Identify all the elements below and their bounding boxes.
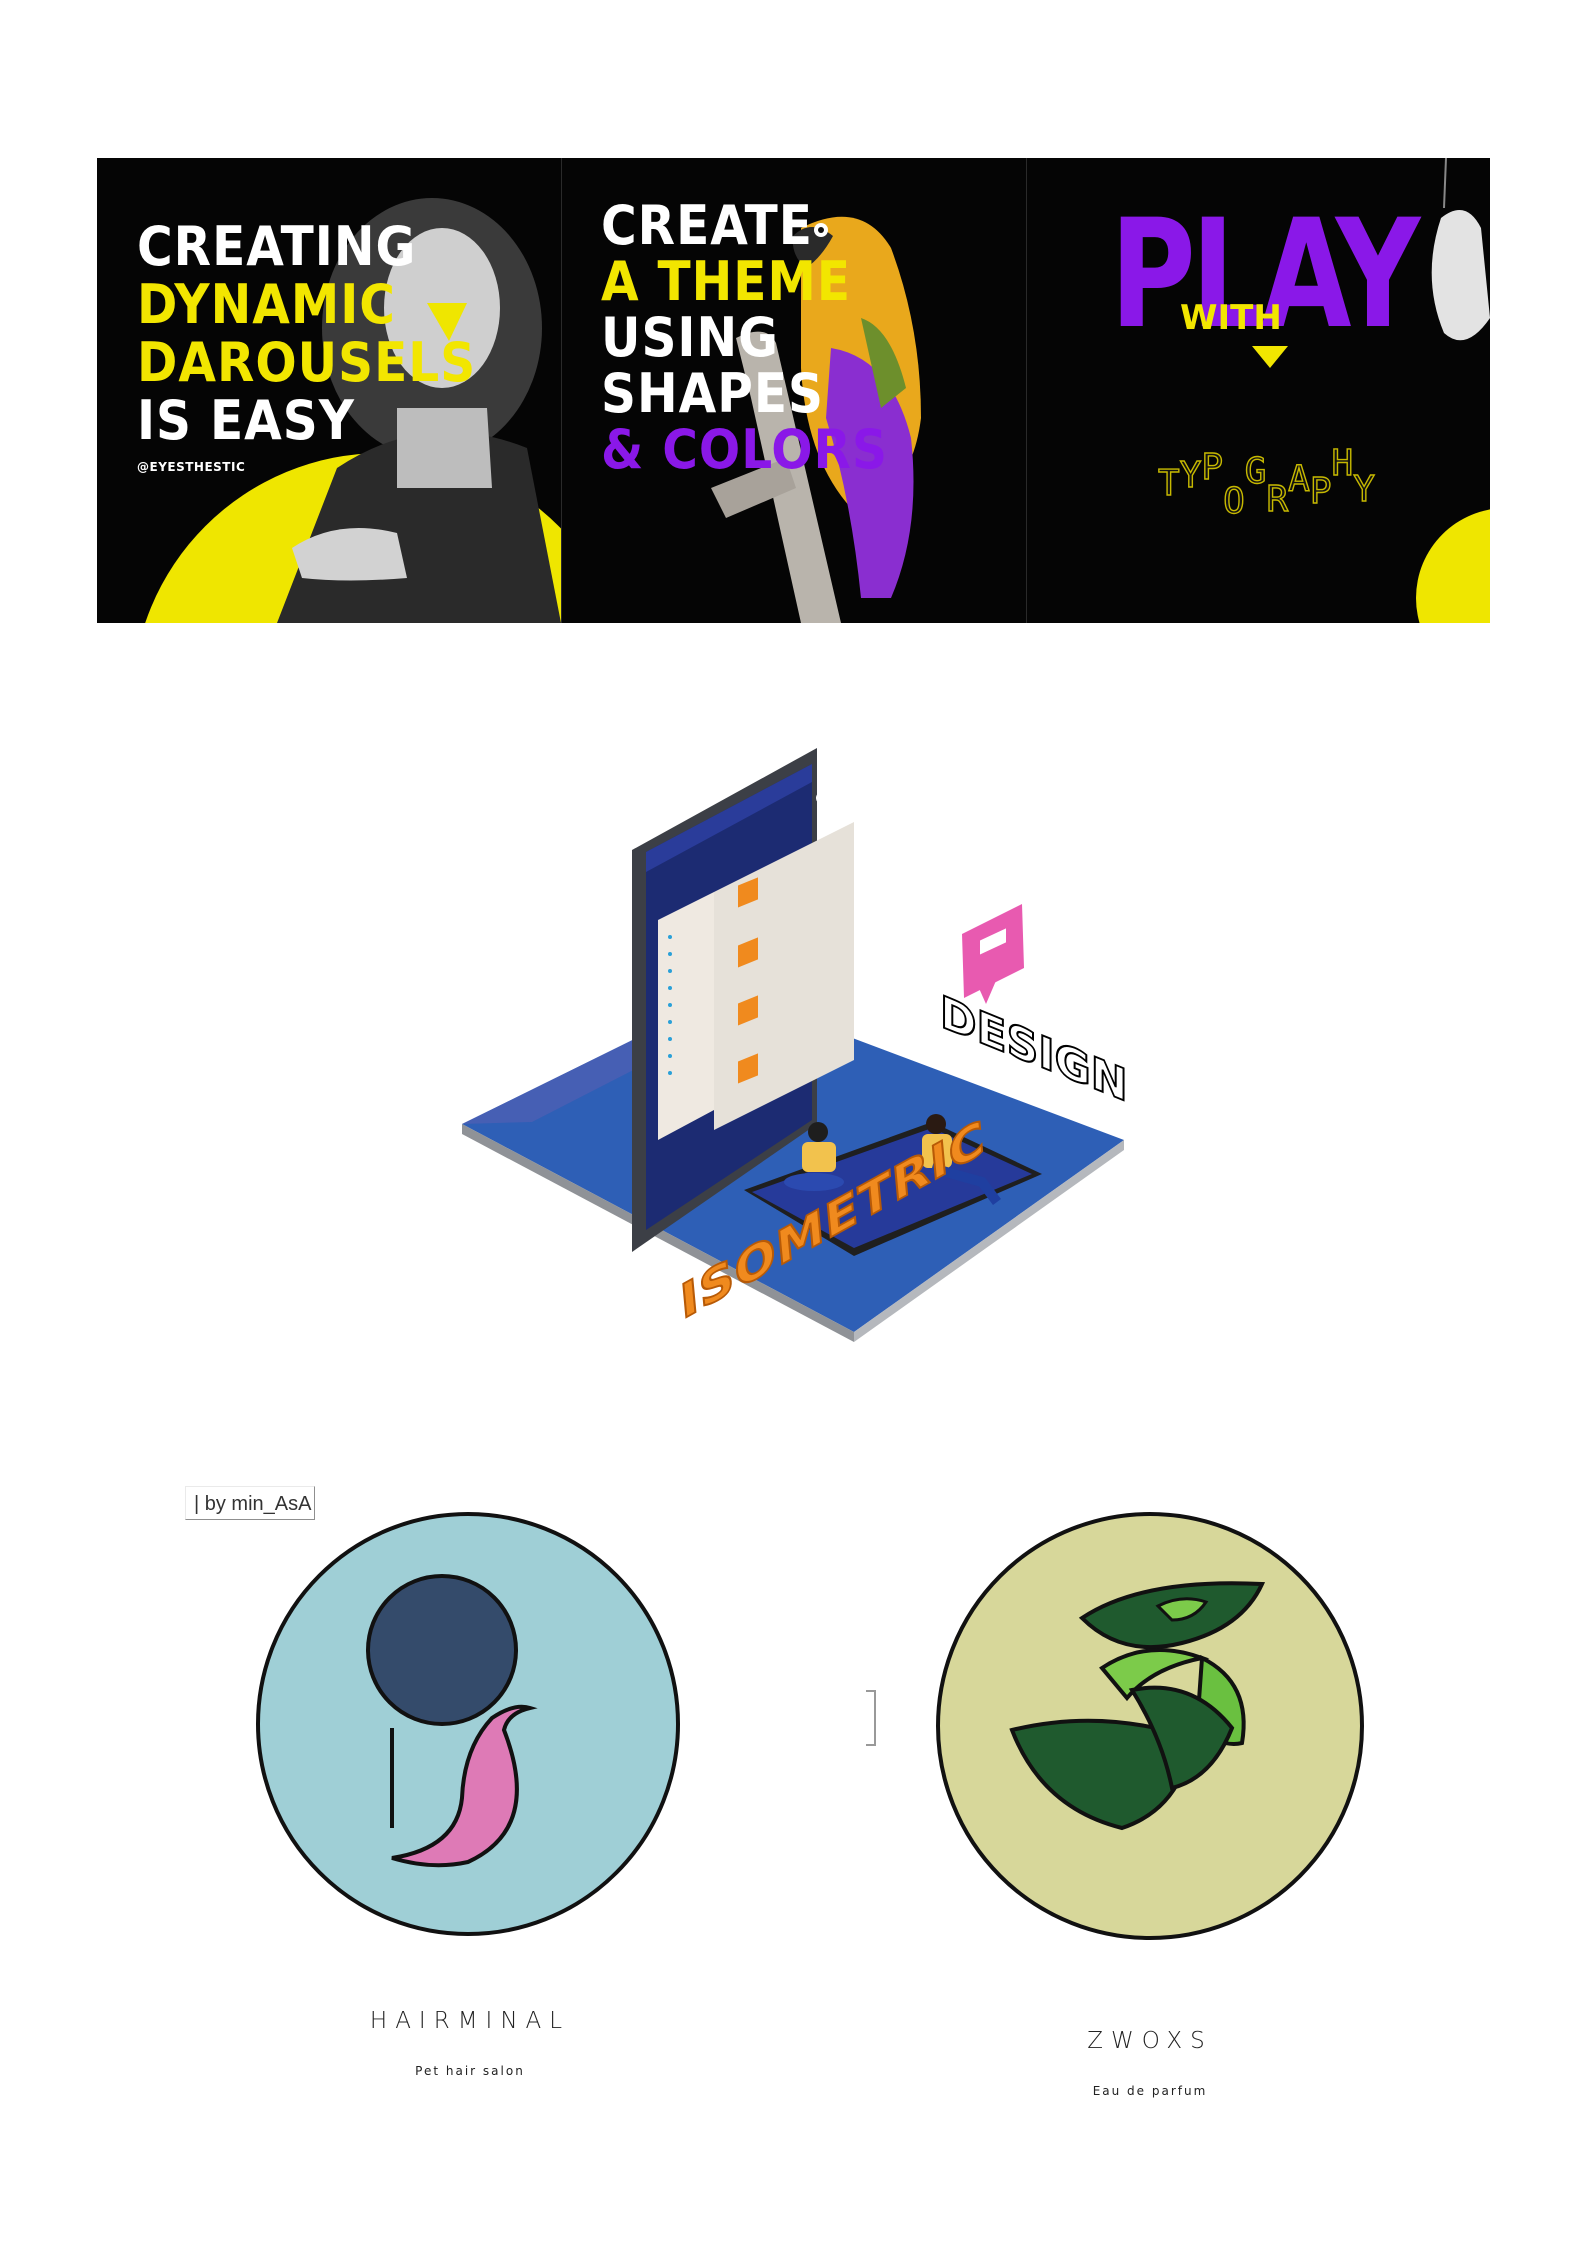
banner-panel-theme: CREATE A THEME USING SHAPES & COLORS bbox=[561, 158, 1026, 623]
headline-line: A THEME bbox=[601, 250, 852, 313]
hairminal-logo bbox=[256, 1512, 680, 1936]
carousel-banner: CREATING DYNAMIC DAROUSELS IS EASY @EYES… bbox=[97, 158, 1490, 623]
brand-tagline: Pet hair salon bbox=[415, 2064, 525, 2078]
banner-panel-creating: CREATING DYNAMIC DAROUSELS IS EASY @EYES… bbox=[97, 158, 561, 623]
headline-line: IS EASY bbox=[137, 389, 355, 452]
typography-letter: A bbox=[1287, 458, 1310, 500]
banner-panel-play: PLAY WITH TYPOGRAPHY bbox=[1026, 158, 1490, 623]
typography-letter: P bbox=[1309, 470, 1332, 512]
typography-word: TYPOGRAPHY bbox=[1157, 442, 1375, 522]
typography-letter: R bbox=[1266, 478, 1289, 520]
typography-letter: Y bbox=[1352, 468, 1375, 510]
typography-letter: H bbox=[1331, 442, 1354, 484]
typography-letter: O bbox=[1222, 480, 1245, 522]
typography-letter: P bbox=[1201, 446, 1224, 488]
headline-line: SHAPES bbox=[601, 362, 825, 425]
hairminal-brand: HAIRMINAL Pet hair salon bbox=[250, 2008, 690, 2078]
typography-letter: Y bbox=[1179, 454, 1202, 496]
headline-line: DAROUSELS bbox=[137, 331, 477, 394]
brand-name: ZWOXS bbox=[1087, 2028, 1213, 2054]
headline-line: USING bbox=[601, 306, 780, 369]
social-handle: @EYESTHESTIC bbox=[137, 460, 246, 474]
panel1-headline: CREATING DYNAMIC DAROUSELS IS EASY bbox=[137, 218, 476, 450]
typography-letter: G bbox=[1244, 450, 1267, 492]
brand-tagline: Eau de parfum bbox=[1092, 2084, 1208, 2098]
headline-line: CREATING bbox=[137, 215, 417, 278]
zwoxs-brand: ZWOXS Eau de parfum bbox=[920, 2028, 1380, 2098]
with-label: WITH bbox=[1180, 298, 1282, 338]
headline-line: DYNAMIC bbox=[137, 273, 396, 336]
headline-line: CREATE bbox=[601, 194, 814, 257]
zwoxs-logo bbox=[936, 1512, 1364, 1940]
brand-name: HAIRMINAL bbox=[369, 2008, 571, 2034]
placeholder-bracket bbox=[866, 1690, 876, 1746]
panel2-headline: CREATE A THEME USING SHAPES & COLORS bbox=[601, 198, 888, 478]
headline-line: & COLORS bbox=[601, 418, 888, 481]
typography-letter: T bbox=[1157, 462, 1180, 504]
isometric-illustration: ISOMETRIC DESIGN bbox=[462, 717, 1132, 1342]
